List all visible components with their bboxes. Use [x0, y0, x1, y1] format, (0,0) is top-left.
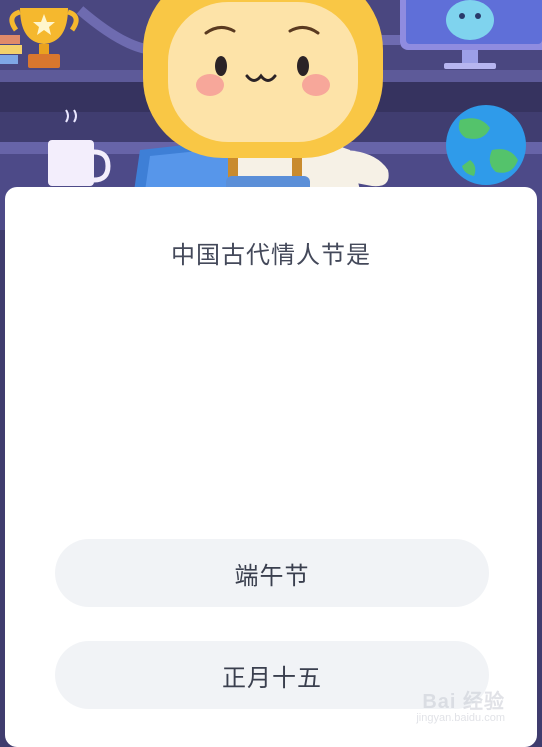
question-text: 中国古代情人节是	[171, 241, 371, 269]
baidu-jingyan-watermark: Bai 经验 jingyan.baidu.com	[407, 685, 507, 731]
quiz-card: 中国古代情人节是 端午节 正月十五 Bai 经验 jingyan.baidu.c…	[5, 187, 537, 747]
watermark-logo: Bai 经验	[422, 691, 505, 713]
answer-option-a[interactable]: 端午节	[55, 539, 489, 607]
globe-icon	[446, 105, 526, 185]
watermark-url: jingyan.baidu.com	[416, 712, 505, 724]
